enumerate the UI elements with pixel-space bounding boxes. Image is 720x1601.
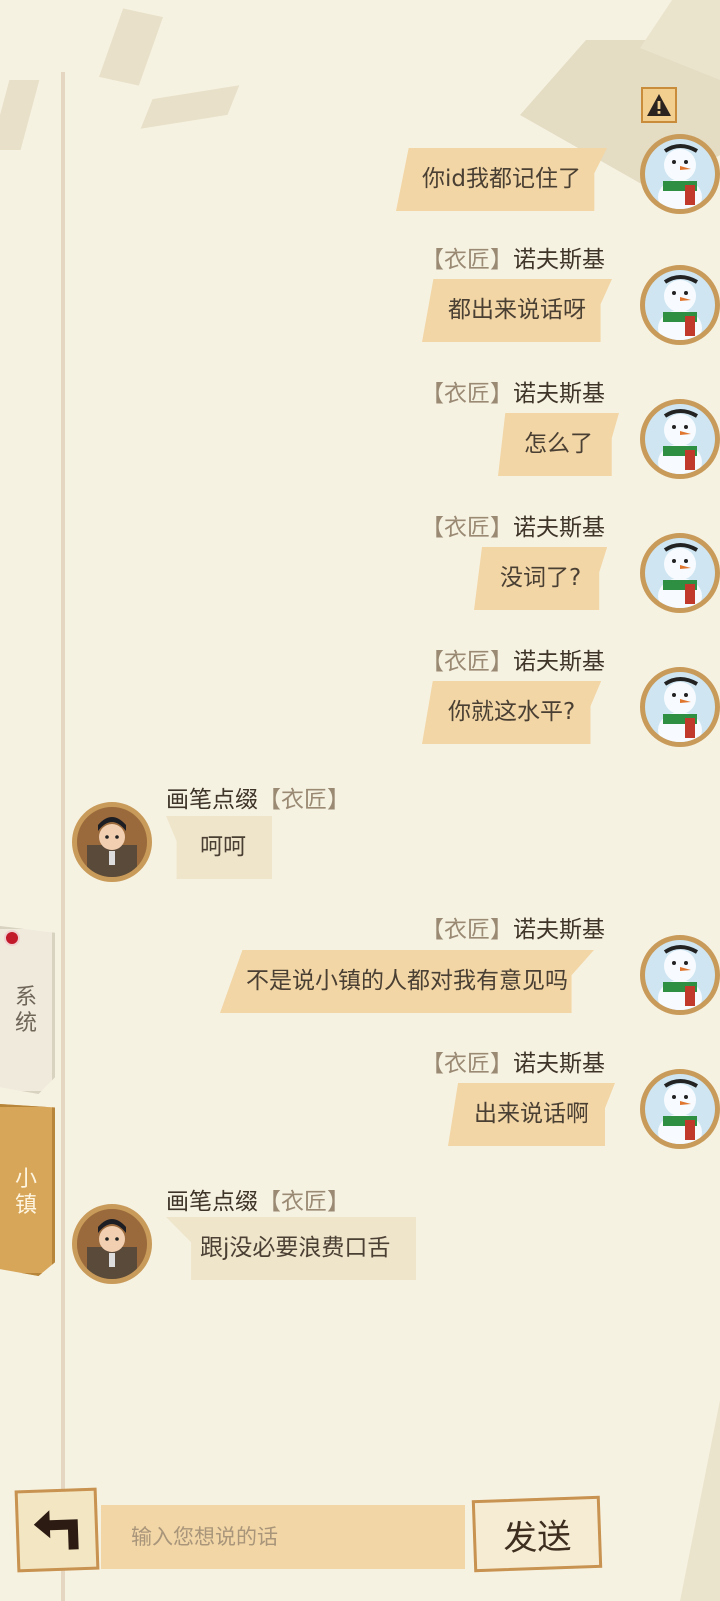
tab-town-label: 小镇: [14, 1167, 37, 1218]
sender-nickname: 诺夫斯基: [513, 917, 605, 943]
avatar-snowman[interactable]: [640, 935, 720, 1015]
sender-name[interactable]: 【衣匠】诺夫斯基: [421, 240, 605, 274]
chat-bubble: 没词了?: [474, 547, 608, 610]
sender-name[interactable]: 【衣匠】诺夫斯基: [421, 508, 605, 542]
background-shard: [680, 1400, 720, 1601]
message-input[interactable]: [101, 1505, 465, 1569]
sender-tag: 【衣匠】: [421, 247, 513, 273]
chat-bubble: 怎么了: [498, 413, 619, 476]
avatar-snowman[interactable]: [640, 533, 720, 613]
background-shard: [98, 8, 164, 86]
back-arrow-icon: [33, 1510, 79, 1550]
chat-bubble: 不是说小镇的人都对我有意见吗: [220, 950, 594, 1013]
chat-bubble: 你就这水平?: [422, 681, 602, 744]
sender-tag: 【衣匠】: [258, 1189, 350, 1215]
sender-tag: 【衣匠】: [421, 1051, 513, 1077]
notification-dot: [4, 930, 20, 946]
tab-town[interactable]: 小镇: [0, 1104, 55, 1276]
sender-name[interactable]: 【衣匠】诺夫斯基: [421, 910, 605, 944]
sender-nickname: 诺夫斯基: [513, 649, 605, 675]
warning-triangle-icon[interactable]: [641, 87, 677, 123]
sender-name[interactable]: 【衣匠】诺夫斯基: [421, 374, 605, 408]
chat-bubble: 出来说话啊: [448, 1083, 615, 1146]
sender-tag: 【衣匠】: [421, 381, 513, 407]
sender-nickname: 诺夫斯基: [513, 1051, 605, 1077]
chat-bubble: 都出来说话呀: [422, 279, 612, 342]
back-button[interactable]: [14, 1487, 100, 1573]
sender-nickname: 画笔点缀: [166, 1189, 258, 1215]
sender-name[interactable]: 画笔点缀【衣匠】: [166, 780, 350, 814]
chat-bubble: 跟j没必要浪费口舌: [166, 1217, 417, 1280]
tab-system[interactable]: 系统: [0, 926, 55, 1094]
chat-bubble: 呵呵: [166, 816, 272, 879]
sender-name[interactable]: 【衣匠】诺夫斯基: [421, 642, 605, 676]
avatar-snowman[interactable]: [640, 1069, 720, 1149]
avatar-man[interactable]: [72, 802, 152, 882]
chat-bubble: 你id我都记住了: [396, 148, 607, 211]
sender-name[interactable]: 画笔点缀【衣匠】: [166, 1182, 350, 1216]
avatar-snowman[interactable]: [640, 667, 720, 747]
tab-system-label: 系统: [14, 985, 37, 1036]
avatar-man[interactable]: [72, 1204, 152, 1284]
avatar-snowman[interactable]: [640, 134, 720, 214]
background-shard: [0, 80, 40, 150]
sender-nickname: 画笔点缀: [166, 787, 258, 813]
background-shard: [140, 85, 240, 129]
sender-tag: 【衣匠】: [421, 917, 513, 943]
sender-nickname: 诺夫斯基: [513, 247, 605, 273]
sender-tag: 【衣匠】: [258, 787, 350, 813]
send-button[interactable]: 发送: [471, 1495, 603, 1573]
avatar-snowman[interactable]: [640, 399, 720, 479]
avatar-snowman[interactable]: [640, 265, 720, 345]
sidebar-divider: [61, 72, 65, 1601]
sender-tag: 【衣匠】: [421, 649, 513, 675]
sender-name[interactable]: 【衣匠】诺夫斯基: [421, 1044, 605, 1078]
sender-nickname: 诺夫斯基: [513, 381, 605, 407]
sender-tag: 【衣匠】: [421, 515, 513, 541]
sender-nickname: 诺夫斯基: [513, 515, 605, 541]
